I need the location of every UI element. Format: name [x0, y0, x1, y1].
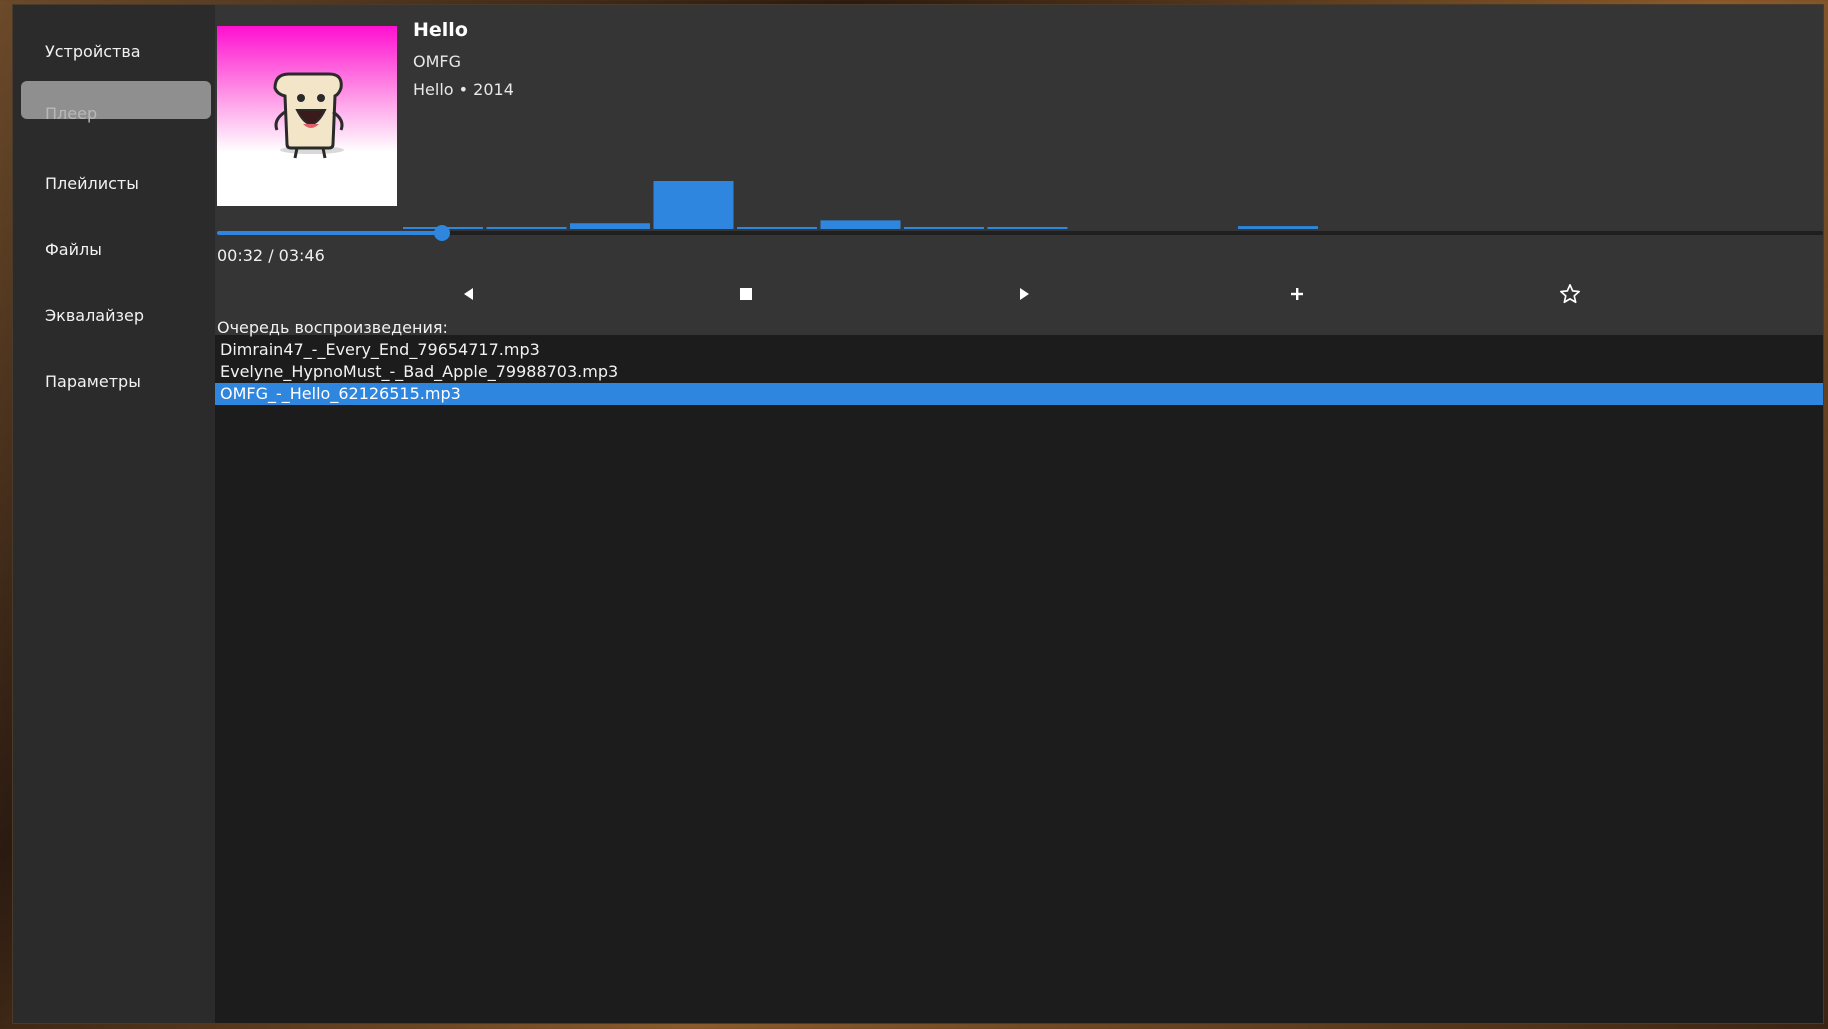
sidebar-item-files[interactable]: Файлы: [21, 231, 211, 269]
seek-bar[interactable]: [217, 225, 1823, 241]
add-to-playlist-button[interactable]: [1277, 277, 1317, 311]
sidebar-item-label: Эквалайзер: [45, 306, 145, 325]
sidebar-item-label: Файлы: [45, 240, 102, 259]
track-album-year: Hello • 2014: [413, 80, 514, 99]
play-icon: [1020, 288, 1029, 300]
sidebar-item-label: Плейлисты: [45, 174, 139, 193]
time-label: 00:32 / 03:46: [217, 246, 325, 265]
sidebar-item-settings[interactable]: Параметры: [21, 363, 211, 401]
now-playing-panel: Hello OMFG Hello • 2014 00:32 / 03:46 Оч…: [215, 5, 1823, 337]
sidebar-item-label: Устройства: [45, 42, 141, 61]
audio-visualizer: [403, 181, 1318, 229]
sidebar-item-equalizer[interactable]: Эквалайзер: [21, 297, 211, 335]
visualizer-bar: [486, 227, 567, 229]
visualizer-bar: [987, 227, 1068, 229]
prev-icon: [464, 288, 473, 300]
sidebar: Устройства Плеер Плейлисты Файлы Эквалай…: [13, 5, 215, 1023]
previous-button[interactable]: [449, 277, 489, 311]
seek-bar-handle[interactable]: [433, 225, 450, 241]
visualizer-bar: [1238, 226, 1318, 229]
visualizer-bar: [653, 181, 734, 229]
visualizer-bar: [737, 227, 817, 229]
stop-icon: [740, 288, 752, 300]
sidebar-item-playlists[interactable]: Плейлисты: [21, 165, 211, 203]
visualizer-bar: [904, 227, 984, 229]
main-area: Hello OMFG Hello • 2014 00:32 / 03:46 Оч…: [215, 5, 1823, 1023]
queue-item[interactable]: Dimrain47_-_Every_End_79654717.mp3: [215, 339, 1823, 361]
star-icon: [1560, 284, 1580, 304]
plus-icon: [1291, 288, 1303, 300]
queue-list[interactable]: Dimrain47_-_Every_End_79654717.mp3 Evelyn…: [215, 339, 1823, 1023]
sidebar-item-devices[interactable]: Устройства: [21, 33, 211, 71]
track-artist: OMFG: [413, 52, 461, 71]
visualizer-bar: [570, 223, 650, 229]
queue-item[interactable]: OMFG_-_Hello_62126515.mp3: [215, 383, 1823, 405]
playback-controls: [215, 277, 1828, 311]
player-window: Устройства Плеер Плейлисты Файлы Эквалай…: [12, 4, 1824, 1024]
sidebar-item-label: Плеер: [45, 104, 98, 123]
seek-bar-fill: [217, 231, 442, 235]
sidebar-item-player[interactable]: Плеер: [21, 81, 211, 123]
visualizer-bar: [820, 220, 901, 229]
queue-item[interactable]: Evelyne_HypnoMust_-_Bad_Apple_79988703.m…: [215, 361, 1823, 383]
stop-button[interactable]: [726, 277, 766, 311]
sidebar-item-label: Параметры: [45, 372, 141, 391]
favorite-button[interactable]: [1550, 277, 1590, 311]
track-title: Hello: [413, 19, 468, 41]
play-button[interactable]: [1004, 277, 1044, 311]
queue-label: Очередь воспроизведения:: [217, 318, 448, 337]
